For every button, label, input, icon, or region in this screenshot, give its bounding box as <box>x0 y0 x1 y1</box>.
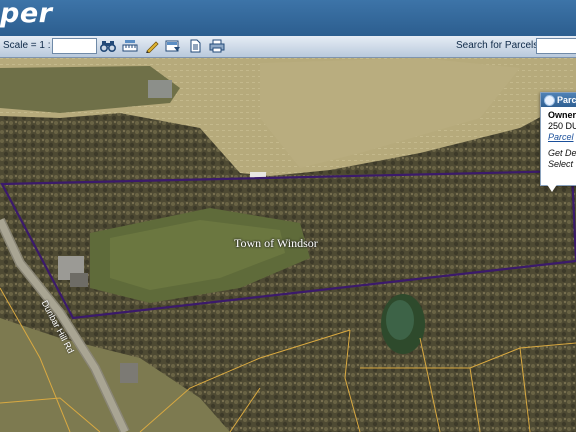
app-logo: per <box>0 0 53 29</box>
map-link-icon[interactable] <box>165 38 181 54</box>
search-parcels-label: Search for Parcels <box>456 40 539 51</box>
popup-title: Parce <box>557 95 576 105</box>
select-link[interactable]: Select <box>548 159 576 170</box>
scale-input[interactable] <box>52 38 97 54</box>
building <box>148 80 172 98</box>
map-toolbar: Scale = 1 : Search for Parcels <box>0 36 576 58</box>
get-details-link[interactable]: Get De <box>548 148 576 159</box>
pencil-icon[interactable] <box>144 38 160 54</box>
popup-close-icon[interactable] <box>544 95 555 106</box>
ruler-icon[interactable] <box>122 38 138 54</box>
parcel-address: 250 DU <box>548 121 576 131</box>
print-icon[interactable] <box>209 38 225 54</box>
aerial-map[interactable]: Town of Windsor Dunbar Hill Rd <box>0 58 576 432</box>
app-header: per <box>0 0 576 37</box>
binoculars-icon[interactable] <box>100 38 116 54</box>
parcel-info-popup: Parce Owner 250 DU Parcel Get De Select <box>540 92 576 186</box>
popup-header: Parce <box>541 93 576 107</box>
search-parcels-input[interactable] <box>536 38 576 54</box>
popup-pointer <box>546 183 558 192</box>
document-icon[interactable] <box>187 38 203 54</box>
owner-label: Owner <box>548 110 576 120</box>
parcel-link[interactable]: Parcel <box>548 132 574 142</box>
scale-label: Scale = 1 : <box>3 40 51 51</box>
municipality-label: Town of Windsor <box>234 236 318 250</box>
